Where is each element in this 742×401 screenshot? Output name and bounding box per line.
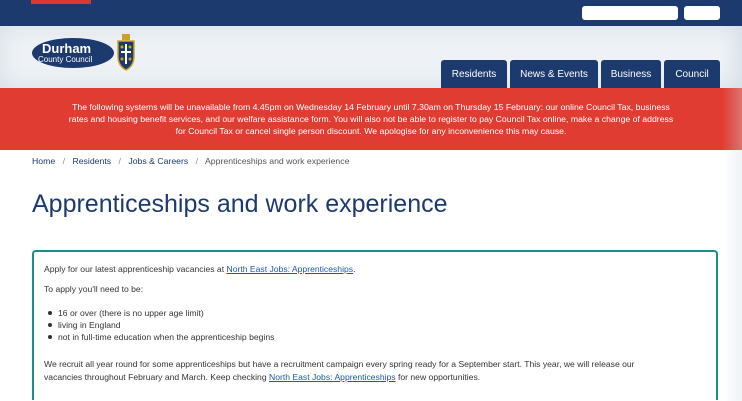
nav-residents-label: Residents — [451, 68, 497, 80]
nav-news-events-label: News & Events — [520, 68, 588, 80]
requirements-list: 16 or over (there is no upper age limit)… — [44, 307, 274, 343]
page-title: Apprenticeships and work experience — [32, 190, 448, 218]
top-utility-bar — [0, 0, 742, 26]
alert-line-3: for Council Tax or cancel single person … — [175, 126, 567, 136]
breadcrumb-residents[interactable]: Residents — [72, 156, 111, 166]
durham-county-council-logo[interactable]: Durham County Council — [32, 32, 140, 78]
council-crest-icon — [117, 34, 135, 71]
intro-text: Apply for our latest apprenticeship vaca… — [44, 264, 227, 274]
north-east-jobs-link[interactable]: North East Jobs: Apprenticeships — [226, 264, 353, 274]
requirement-text: living in England — [58, 320, 121, 330]
bullet-icon — [48, 335, 52, 339]
nav-news-events[interactable]: News & Events — [510, 60, 598, 88]
recruit-text: vacancies throughout February and March.… — [44, 372, 269, 382]
search-input[interactable] — [582, 6, 678, 20]
requirements-heading: To apply you'll need to be: — [44, 284, 144, 294]
bullet-icon — [48, 323, 52, 327]
north-east-jobs-link-2[interactable]: North East Jobs: Apprenticeships — [269, 372, 396, 382]
logo-name: Durham — [42, 41, 92, 56]
list-item: not in full-time education when the appr… — [48, 331, 275, 343]
bullet-icon — [48, 311, 52, 315]
breadcrumb-jobs-careers[interactable]: Jobs & Careers — [128, 156, 188, 166]
list-item: living in England — [48, 319, 274, 331]
recruit-suffix: for new opportunities. — [395, 372, 481, 382]
search-button[interactable] — [684, 6, 720, 20]
breadcrumb-home[interactable]: Home — [32, 156, 55, 166]
breadcrumb-separator: / — [118, 156, 121, 166]
nav-council[interactable]: Council — [664, 60, 720, 88]
alert-line-1: The following systems will be unavailabl… — [72, 102, 670, 112]
list-item: 16 or over (there is no upper age limit) — [48, 307, 274, 319]
nav-residents[interactable]: Residents — [441, 60, 507, 88]
intro-paragraph: Apply for our latest apprenticeship vaca… — [44, 263, 355, 275]
intro-suffix: . — [353, 264, 356, 274]
requirement-text: 16 or over (there is no upper age limit) — [58, 308, 204, 318]
top-red-tab[interactable] — [31, 0, 91, 4]
site-header: Durham County Council Residents News & E… — [0, 26, 742, 88]
breadcrumb-current: Apprenticeships and work experience — [205, 156, 350, 166]
logo-subtitle: County Council — [38, 55, 93, 64]
recruitment-paragraph-line-1: We recruit all year round for some appre… — [44, 359, 635, 369]
alert-line-2: rates and housing benefit services, and … — [68, 114, 674, 124]
recruitment-paragraph-line-2: vacancies throughout February and March.… — [44, 371, 480, 383]
breadcrumb-separator: / — [62, 156, 66, 166]
nav-council-label: Council — [675, 68, 709, 80]
requirement-text: not in full-time education when the appr… — [58, 332, 275, 342]
breadcrumb: Home / Residents / Jobs & Careers / Appr… — [32, 156, 349, 166]
nav-business[interactable]: Business — [601, 60, 661, 88]
content-panel: Apply for our latest apprenticeship vaca… — [32, 250, 718, 400]
nav-business-label: Business — [610, 68, 652, 80]
breadcrumb-separator: / — [195, 156, 199, 166]
service-alert-banner: The following systems will be unavailabl… — [0, 88, 742, 150]
